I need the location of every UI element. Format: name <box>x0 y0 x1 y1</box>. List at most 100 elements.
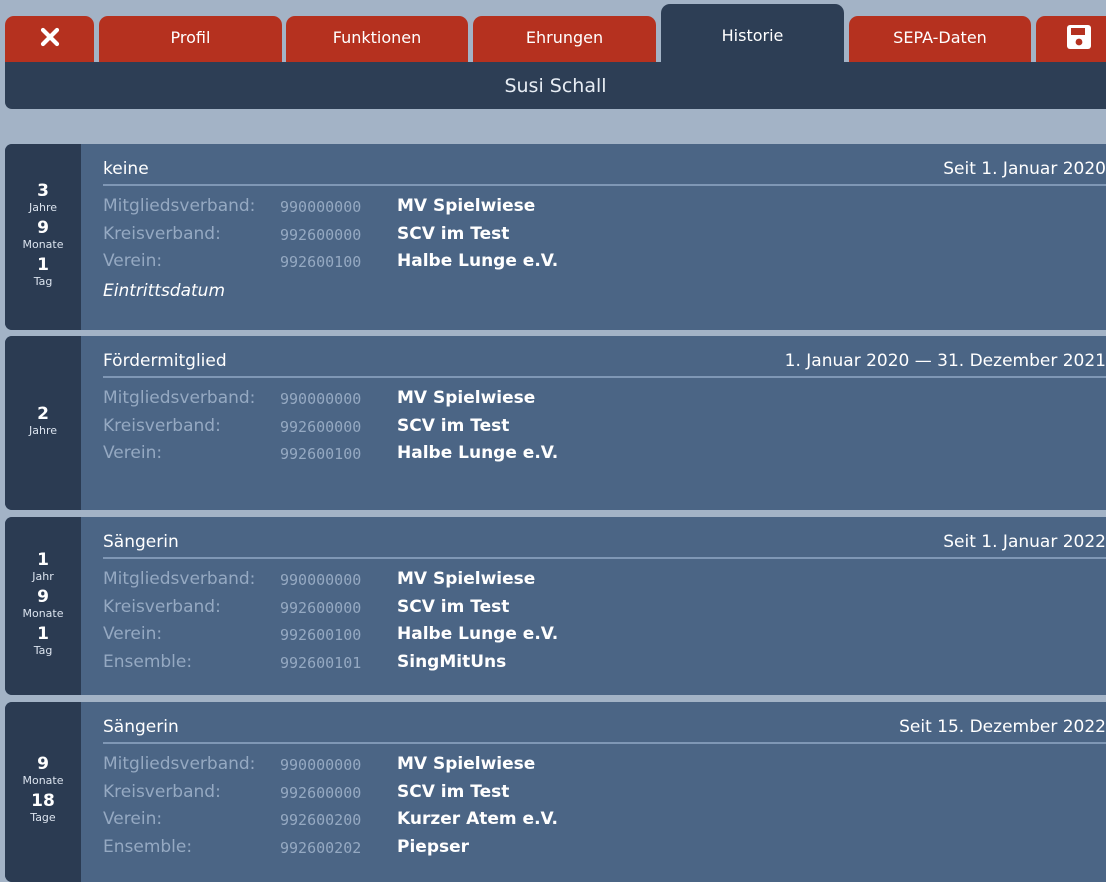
org-level-label: Verein: <box>103 251 163 271</box>
duration-panel: 1 Jahr 9 Monate 1 Tag <box>5 517 81 695</box>
duration-unit: Jahr <box>32 569 54 583</box>
duration-value: 3 <box>37 180 49 201</box>
org-name: Kurzer Atem e.V. <box>397 809 558 829</box>
org-level-label: Ensemble: <box>103 651 193 672</box>
org-code: 992600101 <box>280 653 362 672</box>
org-name: SingMitUns <box>397 651 507 672</box>
duration-panel: 2 Jahre <box>5 336 81 510</box>
org-level-label: Verein: <box>103 809 163 829</box>
org-row: Mitgliedsverband: 990000000 MV Spielwies… <box>103 196 1106 224</box>
org-name: MV Spielwiese <box>397 569 536 589</box>
org-row: Kreisverband: 992600000 SCV im Test <box>103 416 1106 444</box>
org-level-label: Ensemble: <box>103 836 193 857</box>
card-title-bar: Fördermitglied 1. Januar 2020 — 31. Deze… <box>103 336 1106 378</box>
history-card: 3 Jahre 9 Monate 1 Tag keine Seit 1. Jan… <box>5 144 1106 330</box>
org-row: Kreisverband: 992600000 SCV im Test <box>103 224 1106 252</box>
close-icon <box>40 27 60 47</box>
org-row: Verein: 992600100 Halbe Lunge e.V. <box>103 624 1106 652</box>
duration-unit: Jahre <box>28 423 57 437</box>
duration-unit: Tag <box>33 643 53 657</box>
date-range: Seit 1. Januar 2020 <box>943 159 1106 179</box>
role-label: Fördermitglied <box>103 351 227 371</box>
org-code: 990000000 <box>280 198 362 216</box>
org-row: Kreisverband: 992600000 SCV im Test <box>103 597 1106 625</box>
org-row: Kreisverband: 992600000 SCV im Test <box>103 782 1106 810</box>
org-name: SCV im Test <box>397 781 510 802</box>
duration-value: 1 <box>37 254 49 275</box>
tab-historie[interactable]: Historie <box>661 4 844 62</box>
save-button[interactable] <box>1036 16 1106 62</box>
tab-sepa-daten[interactable]: SEPA-Daten <box>849 16 1031 62</box>
tab-profil[interactable]: Profil <box>99 16 282 62</box>
duration-value: 1 <box>37 623 49 644</box>
duration-value: 18 <box>31 791 55 811</box>
org-level-label: Mitgliedsverband: <box>103 754 256 774</box>
org-row: Mitgliedsverband: 990000000 MV Spielwies… <box>103 754 1106 782</box>
org-row: Ensemble: 992600101 SingMitUns <box>103 652 1106 680</box>
tab-ehrungen[interactable]: Ehrungen <box>473 16 656 62</box>
tab-label: Profil <box>170 27 211 47</box>
duration-unit: Monate <box>22 237 64 251</box>
org-level-label: Verein: <box>103 624 163 644</box>
org-name: Halbe Lunge e.V. <box>397 251 559 271</box>
org-row: Verein: 992600200 Kurzer Atem e.V. <box>103 809 1106 837</box>
org-name: SCV im Test <box>397 596 510 617</box>
org-code: 992600000 <box>280 225 362 244</box>
card-title-bar: Sängerin Seit 15. Dezember 2022 <box>103 702 1106 744</box>
org-level-label: Mitgliedsverband: <box>103 196 256 216</box>
tab-label: SEPA-Daten <box>893 27 987 47</box>
org-name: MV Spielwiese <box>397 754 536 774</box>
org-code: 992600100 <box>280 626 362 644</box>
duration-value: 2 <box>37 403 49 424</box>
org-code: 992600000 <box>280 783 362 802</box>
org-row: Mitgliedsverband: 990000000 MV Spielwies… <box>103 388 1106 416</box>
org-name: MV Spielwiese <box>397 388 536 408</box>
org-code: 992600000 <box>280 598 362 617</box>
tab-label: Funktionen <box>332 27 422 47</box>
duration-panel: 3 Jahre 9 Monate 1 Tag <box>5 144 81 330</box>
duration-unit: Monate <box>22 774 64 787</box>
history-card: 1 Jahr 9 Monate 1 Tag Sängerin Seit 1. J… <box>5 517 1106 695</box>
org-level-label: Kreisverband: <box>103 415 221 436</box>
role-label: Sängerin <box>103 717 179 737</box>
card-content: keine Seit 1. Januar 2020 Mitgliedsverba… <box>103 144 1106 301</box>
duration-value: 9 <box>37 754 49 774</box>
card-content: Fördermitglied 1. Januar 2020 — 31. Deze… <box>103 336 1106 471</box>
duration-unit: Monate <box>22 606 64 620</box>
save-icon <box>1066 24 1092 50</box>
org-name: Piepser <box>397 836 470 857</box>
org-name: SCV im Test <box>397 415 510 436</box>
org-name: SCV im Test <box>397 223 510 244</box>
role-label: keine <box>103 159 149 179</box>
org-level-label: Mitgliedsverband: <box>103 569 256 589</box>
entry-note: Eintrittsdatum <box>103 280 226 301</box>
tab-funktionen[interactable]: Funktionen <box>286 16 468 62</box>
date-range: 1. Januar 2020 — 31. Dezember 2021 <box>784 351 1106 371</box>
duration-unit: Tage <box>30 811 56 824</box>
org-code: 990000000 <box>280 390 362 408</box>
org-row: Mitgliedsverband: 990000000 MV Spielwies… <box>103 569 1106 597</box>
org-name: Halbe Lunge e.V. <box>397 624 559 644</box>
org-row: Verein: 992600100 Halbe Lunge e.V. <box>103 251 1106 279</box>
duration-panel: 9 Monate 18 Tage <box>5 702 81 882</box>
close-button[interactable] <box>5 16 94 62</box>
card-content: Sängerin Seit 15. Dezember 2022 Mitglied… <box>103 702 1106 864</box>
history-card: 9 Monate 18 Tage Sängerin Seit 15. Dezem… <box>5 702 1106 882</box>
tab-label: Ehrungen <box>525 27 604 47</box>
org-level-label: Kreisverband: <box>103 781 221 802</box>
org-level-label: Kreisverband: <box>103 223 221 244</box>
date-range: Seit 1. Januar 2022 <box>943 532 1106 552</box>
org-code: 992600200 <box>280 811 362 829</box>
org-code: 990000000 <box>280 756 362 774</box>
org-code: 992600202 <box>280 838 362 857</box>
org-code: 990000000 <box>280 571 362 589</box>
role-label: Sängerin <box>103 532 179 552</box>
card-title-bar: keine Seit 1. Januar 2020 <box>103 144 1106 186</box>
history-card: 2 Jahre Fördermitglied 1. Januar 2020 — … <box>5 336 1106 510</box>
org-code: 992600100 <box>280 253 362 271</box>
org-row: Ensemble: 992600202 Piepser <box>103 837 1106 865</box>
tab-label: Historie <box>721 26 784 45</box>
card-title-bar: Sängerin Seit 1. Januar 2022 <box>103 517 1106 559</box>
org-row: Verein: 992600100 Halbe Lunge e.V. <box>103 443 1106 471</box>
member-name: Susi Schall <box>504 74 607 97</box>
